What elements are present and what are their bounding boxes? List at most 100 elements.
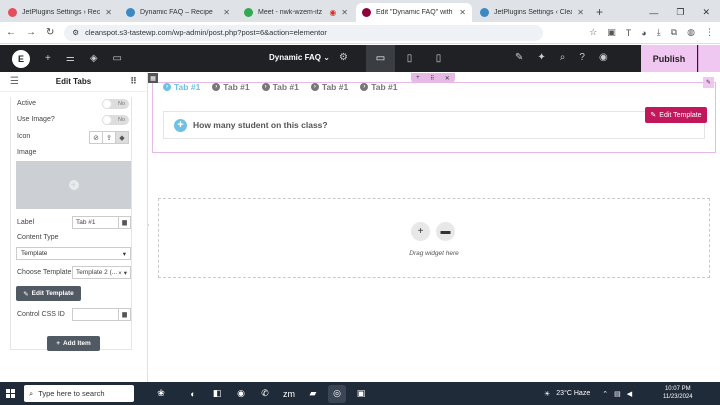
layers-icon[interactable]: ◈ bbox=[90, 53, 98, 64]
menu-dots-icon[interactable]: ⋮ bbox=[705, 27, 714, 38]
mobile-icon[interactable]: ▯ bbox=[424, 45, 453, 72]
site-favicon-icon bbox=[126, 8, 135, 17]
search-icon[interactable]: ⌕ bbox=[560, 52, 566, 63]
add-element-plus-icon[interactable]: + bbox=[45, 53, 51, 64]
drop-zone[interactable]: + ▬ Drag widget here bbox=[158, 198, 710, 278]
edit-widget-pencil-icon[interactable]: ✎ bbox=[703, 77, 714, 88]
faq-tab-4[interactable]: › Tab #1 bbox=[310, 82, 349, 92]
minimize-icon[interactable]: — bbox=[649, 8, 658, 18]
use-image-toggle[interactable]: No bbox=[102, 115, 129, 125]
maximize-icon[interactable]: ❐ bbox=[676, 7, 684, 18]
app-icon[interactable]: ▣ bbox=[352, 385, 370, 403]
comments-icon[interactable]: ▭ bbox=[113, 53, 122, 64]
pencil-icon: ✎ bbox=[650, 112, 657, 119]
app-icon[interactable]: ◧ bbox=[208, 385, 226, 403]
elementor-logo-icon[interactable]: E bbox=[12, 49, 30, 68]
faq-tab-1[interactable]: › Tab #1 bbox=[163, 82, 200, 92]
add-item-button[interactable]: + Add Item bbox=[47, 336, 100, 351]
whatsapp-icon[interactable]: ✆ bbox=[256, 385, 274, 403]
taskbar-search-input[interactable]: ⌕ Type here to search bbox=[24, 385, 134, 402]
profile-avatar-icon[interactable]: ◍ bbox=[687, 27, 695, 38]
app-icon[interactable]: ◉ bbox=[232, 385, 250, 403]
site-info-icon[interactable]: ⚙ bbox=[72, 28, 79, 37]
close-tab-icon[interactable]: ✕ bbox=[223, 8, 230, 17]
upload-icon[interactable]: ⇪ bbox=[102, 131, 116, 144]
close-tab-icon[interactable]: ✕ bbox=[459, 8, 466, 17]
publish-options-chevron-icon[interactable]: ⌃ bbox=[698, 45, 720, 72]
preview-eye-icon[interactable]: ◉ bbox=[599, 52, 608, 63]
close-tab-icon[interactable]: ✕ bbox=[341, 8, 348, 17]
close-tab-icon[interactable]: ✕ bbox=[105, 8, 112, 17]
close-window-icon[interactable]: ✕ bbox=[702, 7, 710, 18]
no-icon-ban-icon[interactable]: ⊘ bbox=[89, 131, 103, 144]
publish-button[interactable]: Publish bbox=[641, 45, 697, 72]
faq-tab-2[interactable]: › Tab #1 bbox=[212, 82, 250, 92]
image-upload-area[interactable]: + bbox=[16, 161, 131, 209]
page-settings-gear-icon[interactable]: ⚙ bbox=[339, 52, 348, 63]
browser-tab-4[interactable]: Edit "Dynamic FAQ" with Ele ✕ bbox=[356, 3, 472, 22]
colorful-extension-icon[interactable]: ◕ bbox=[641, 28, 646, 38]
faq-tab-label: Tab #1 bbox=[321, 82, 349, 92]
tray-chevron-up-icon[interactable]: ⌃ bbox=[602, 390, 608, 398]
puzzle-icon[interactable]: ⧉ bbox=[671, 27, 677, 38]
hamburger-menu-icon[interactable]: ☰ bbox=[10, 76, 19, 87]
browser-tab-1[interactable]: JetPlugins Settings › Recipe ✕ bbox=[2, 3, 118, 22]
file-explorer-folder-icon[interactable]: ▰ bbox=[304, 385, 322, 403]
edit-template-button[interactable]: ✎ Edit Template bbox=[16, 286, 81, 301]
url-text: cleanspot.s3-tastewp.com/wp-admin/post.p… bbox=[85, 28, 327, 37]
control-css-id-input[interactable] bbox=[72, 308, 119, 321]
chrome-icon[interactable]: ◎ bbox=[328, 384, 346, 403]
drag-handle-icon[interactable]: ⠿ bbox=[430, 75, 434, 82]
faq-tab-3[interactable]: › Tab #1 bbox=[261, 82, 299, 92]
windows-start-icon[interactable] bbox=[6, 389, 15, 398]
use-image-label: Use Image? bbox=[17, 116, 55, 123]
expand-plus-icon[interactable]: + bbox=[174, 118, 187, 132]
dynamic-tags-icon[interactable]: ▆ bbox=[119, 216, 131, 229]
template-library-folder-icon[interactable]: ▬ bbox=[436, 222, 455, 241]
tablet-icon[interactable]: ▯ bbox=[395, 45, 424, 72]
active-toggle[interactable]: No bbox=[102, 99, 129, 109]
brush-icon[interactable]: ✎ bbox=[515, 52, 523, 63]
settings-sliders-icon[interactable]: ⚌ bbox=[66, 53, 75, 64]
label-input[interactable]: Tab #1 bbox=[72, 216, 119, 229]
clear-caret-icon: × ▾ bbox=[118, 269, 127, 277]
reload-icon[interactable]: ↻ bbox=[46, 27, 54, 38]
faq-question-item[interactable]: + How many student on this class? bbox=[163, 111, 705, 139]
translate-icon[interactable]: T bbox=[626, 28, 632, 38]
canvas-edit-template-button[interactable]: ✎ Edit Template bbox=[645, 107, 707, 123]
extension-icon[interactable]: ▣ bbox=[607, 27, 616, 38]
dynamic-tags-icon[interactable]: ▆ bbox=[119, 308, 131, 321]
url-input[interactable]: ⚙ cleanspot.s3-tastewp.com/wp-admin/post… bbox=[64, 24, 544, 41]
volume-icon[interactable]: ◀ bbox=[627, 390, 632, 398]
window-controls: — ❐ ✕ bbox=[649, 3, 720, 22]
help-icon[interactable]: ? bbox=[579, 52, 585, 63]
close-tab-icon[interactable]: ✕ bbox=[577, 8, 584, 17]
zoom-icon[interactable]: zm bbox=[280, 385, 298, 403]
copilot-icon[interactable]: ◐ bbox=[184, 385, 202, 403]
icon-library-icon[interactable]: ◆ bbox=[115, 131, 129, 144]
forward-arrow-icon[interactable]: → bbox=[26, 27, 36, 38]
add-section-plus-icon[interactable]: + bbox=[416, 75, 420, 81]
notes-icon[interactable]: ✦ bbox=[537, 52, 545, 63]
section-handle-icon[interactable]: ▦ bbox=[148, 73, 158, 83]
widgets-grid-icon[interactable]: ⠿ bbox=[130, 76, 137, 87]
browser-tab-3[interactable]: Meet - nwk-wzem-itz ◉ ✕ bbox=[238, 3, 354, 22]
new-tab-plus-icon[interactable]: + bbox=[596, 3, 603, 22]
document-name[interactable]: Dynamic FAQ ⌄ bbox=[269, 53, 330, 62]
browser-tab-2[interactable]: Dynamic FAQ – Recipe ✕ bbox=[120, 3, 236, 22]
icon-label: Icon bbox=[17, 133, 31, 140]
delete-section-close-icon[interactable]: ✕ bbox=[445, 75, 450, 82]
browser-tab-5[interactable]: JetPlugins Settings ‹ Clean S ✕ bbox=[474, 3, 590, 22]
content-type-select[interactable]: Template ▾ bbox=[16, 247, 131, 260]
back-arrow-icon[interactable]: ← bbox=[6, 27, 16, 38]
network-icon[interactable]: ▤ bbox=[614, 390, 621, 398]
desktop-icon[interactable]: ▭ bbox=[366, 45, 395, 72]
add-new-section-plus-icon[interactable]: + bbox=[411, 222, 430, 241]
download-icon[interactable]: ⤓ bbox=[657, 27, 661, 38]
bookmark-star-icon[interactable]: ☆ bbox=[589, 27, 597, 38]
widgets-scenery-icon[interactable]: ❀ bbox=[152, 385, 170, 403]
choose-template-select[interactable]: Template 2 (... × ▾ bbox=[72, 266, 131, 279]
elementor-favicon-icon bbox=[362, 8, 371, 17]
faq-tab-5[interactable]: › Tab #1 bbox=[360, 82, 397, 92]
system-clock[interactable]: 10:07 PM 11/23/2024 bbox=[663, 385, 693, 401]
